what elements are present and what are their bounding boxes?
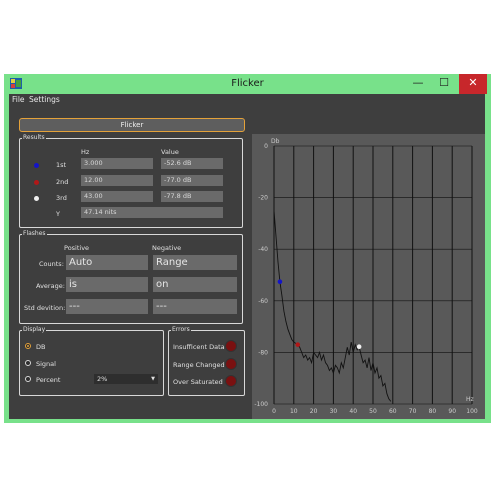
errors-group-label: Errors	[171, 326, 191, 334]
error-insufficient-label: Insufficent Data	[173, 343, 225, 351]
result-3rd-value: -77.8 dB	[161, 191, 223, 202]
result-1st-hz: 3.000	[81, 158, 153, 169]
x-tick-label: 20	[310, 408, 318, 415]
x-tick-label: 100	[466, 408, 478, 415]
result-2nd-label: 2nd	[56, 178, 69, 186]
result-2nd-value: -77.0 dB	[161, 175, 223, 186]
second-peak-marker-icon	[34, 180, 39, 185]
flashes-negative-header: Negative	[152, 244, 182, 252]
menu-file[interactable]: File	[12, 95, 25, 104]
insufficient-data-led-icon	[225, 340, 237, 352]
flashes-group: Flashes Positive Negative Counts: Auto R…	[19, 230, 243, 324]
average-label: Average:	[36, 282, 65, 290]
error-range-changed-label: Range Changed	[173, 361, 225, 369]
db-radio[interactable]	[25, 343, 31, 349]
y-tick-label: -60	[258, 298, 268, 305]
x-axis-label: Hz	[466, 396, 474, 403]
db-radio-label[interactable]: DB	[36, 343, 45, 351]
x-tick-label: 60	[389, 408, 397, 415]
flicker-button[interactable]: Flicker	[19, 118, 245, 132]
x-tick-label: 30	[330, 408, 338, 415]
results-hz-header: Hz	[81, 148, 90, 156]
third-peak-marker-icon	[34, 196, 39, 201]
flicker-spectrum-chart: 0 10 20 30 40 50 60 70 80 90 100 0 -20 -40 -60 -80 -100 D…	[252, 134, 485, 419]
range-changed-led-icon	[225, 358, 237, 370]
percent-select[interactable]: 2% ▼	[94, 374, 158, 384]
over-saturated-led-icon	[225, 375, 237, 387]
average-positive-field[interactable]: is	[66, 277, 148, 292]
errors-group: Errors Insufficent Data Range Changed Ov…	[168, 326, 245, 396]
y-tick-label: -20	[258, 195, 268, 202]
error-over-saturated-label: Over Saturated	[173, 378, 223, 386]
y-tick-label: -40	[258, 246, 268, 253]
chevron-down-icon: ▼	[151, 376, 155, 382]
app-window: Flicker — ☐ ✕ File Settings Flicker Resu…	[4, 74, 491, 423]
results-group: Results Hz Value 1st 3.000 -52.6 dB 2nd …	[19, 134, 243, 228]
peak-marker	[295, 342, 301, 347]
std-negative-field: ---	[153, 299, 237, 314]
counts-positive-field[interactable]: Auto	[66, 255, 148, 270]
x-tick-label: 70	[409, 408, 417, 415]
menu-settings[interactable]: Settings	[29, 95, 60, 104]
signal-radio[interactable]	[25, 360, 31, 366]
y-tick-label: -100	[254, 401, 268, 408]
peak-marker	[356, 344, 362, 350]
counts-negative-field[interactable]: Range	[153, 255, 237, 270]
result-1st-label: 1st	[56, 161, 67, 169]
results-group-label: Results	[22, 134, 46, 142]
percent-radio[interactable]	[25, 376, 31, 382]
result-2nd-hz: 12.00	[81, 175, 153, 186]
x-tick-label: 40	[349, 408, 357, 415]
result-y-label: Y	[56, 210, 60, 218]
close-button[interactable]: ✕	[459, 74, 487, 94]
peak-marker	[277, 279, 283, 285]
x-tick-label: 10	[290, 408, 298, 415]
x-tick-label: 0	[272, 408, 276, 415]
result-y-value: 47.14 nits	[81, 207, 223, 218]
signal-radio-label[interactable]: Signal	[36, 360, 56, 368]
y-axis-label: Db	[271, 138, 280, 145]
x-tick-label: 50	[369, 408, 377, 415]
menu-bar: File Settings	[9, 94, 485, 106]
x-tick-label: 90	[448, 408, 456, 415]
y-tick-label: 0	[264, 143, 268, 150]
percent-select-value: 2%	[97, 375, 108, 383]
flashes-positive-header: Positive	[64, 244, 90, 252]
std-positive-field: ---	[66, 299, 148, 314]
flashes-group-label: Flashes	[22, 230, 47, 238]
plot-background	[252, 134, 485, 419]
percent-radio-label[interactable]: Percent	[36, 376, 60, 384]
display-group: Display DB Signal Percent 2% ▼	[19, 326, 164, 396]
counts-label: Counts:	[39, 260, 64, 268]
first-peak-marker-icon	[34, 163, 39, 168]
std-deviation-label: Std devition:	[24, 304, 66, 312]
average-negative-field[interactable]: on	[153, 277, 237, 292]
minimize-button[interactable]: —	[406, 74, 430, 94]
result-1st-value: -52.6 dB	[161, 158, 223, 169]
result-3rd-hz: 43.00	[81, 191, 153, 202]
maximize-button[interactable]: ☐	[432, 74, 456, 94]
client-area: File Settings Flicker Results Hz Value 1…	[9, 94, 485, 419]
result-3rd-label: 3rd	[56, 194, 67, 202]
results-value-header: Value	[161, 148, 179, 156]
title-bar[interactable]: Flicker — ☐ ✕	[4, 74, 491, 94]
x-tick-label: 80	[429, 408, 437, 415]
y-tick-label: -80	[258, 349, 268, 356]
display-group-label: Display	[22, 326, 47, 334]
